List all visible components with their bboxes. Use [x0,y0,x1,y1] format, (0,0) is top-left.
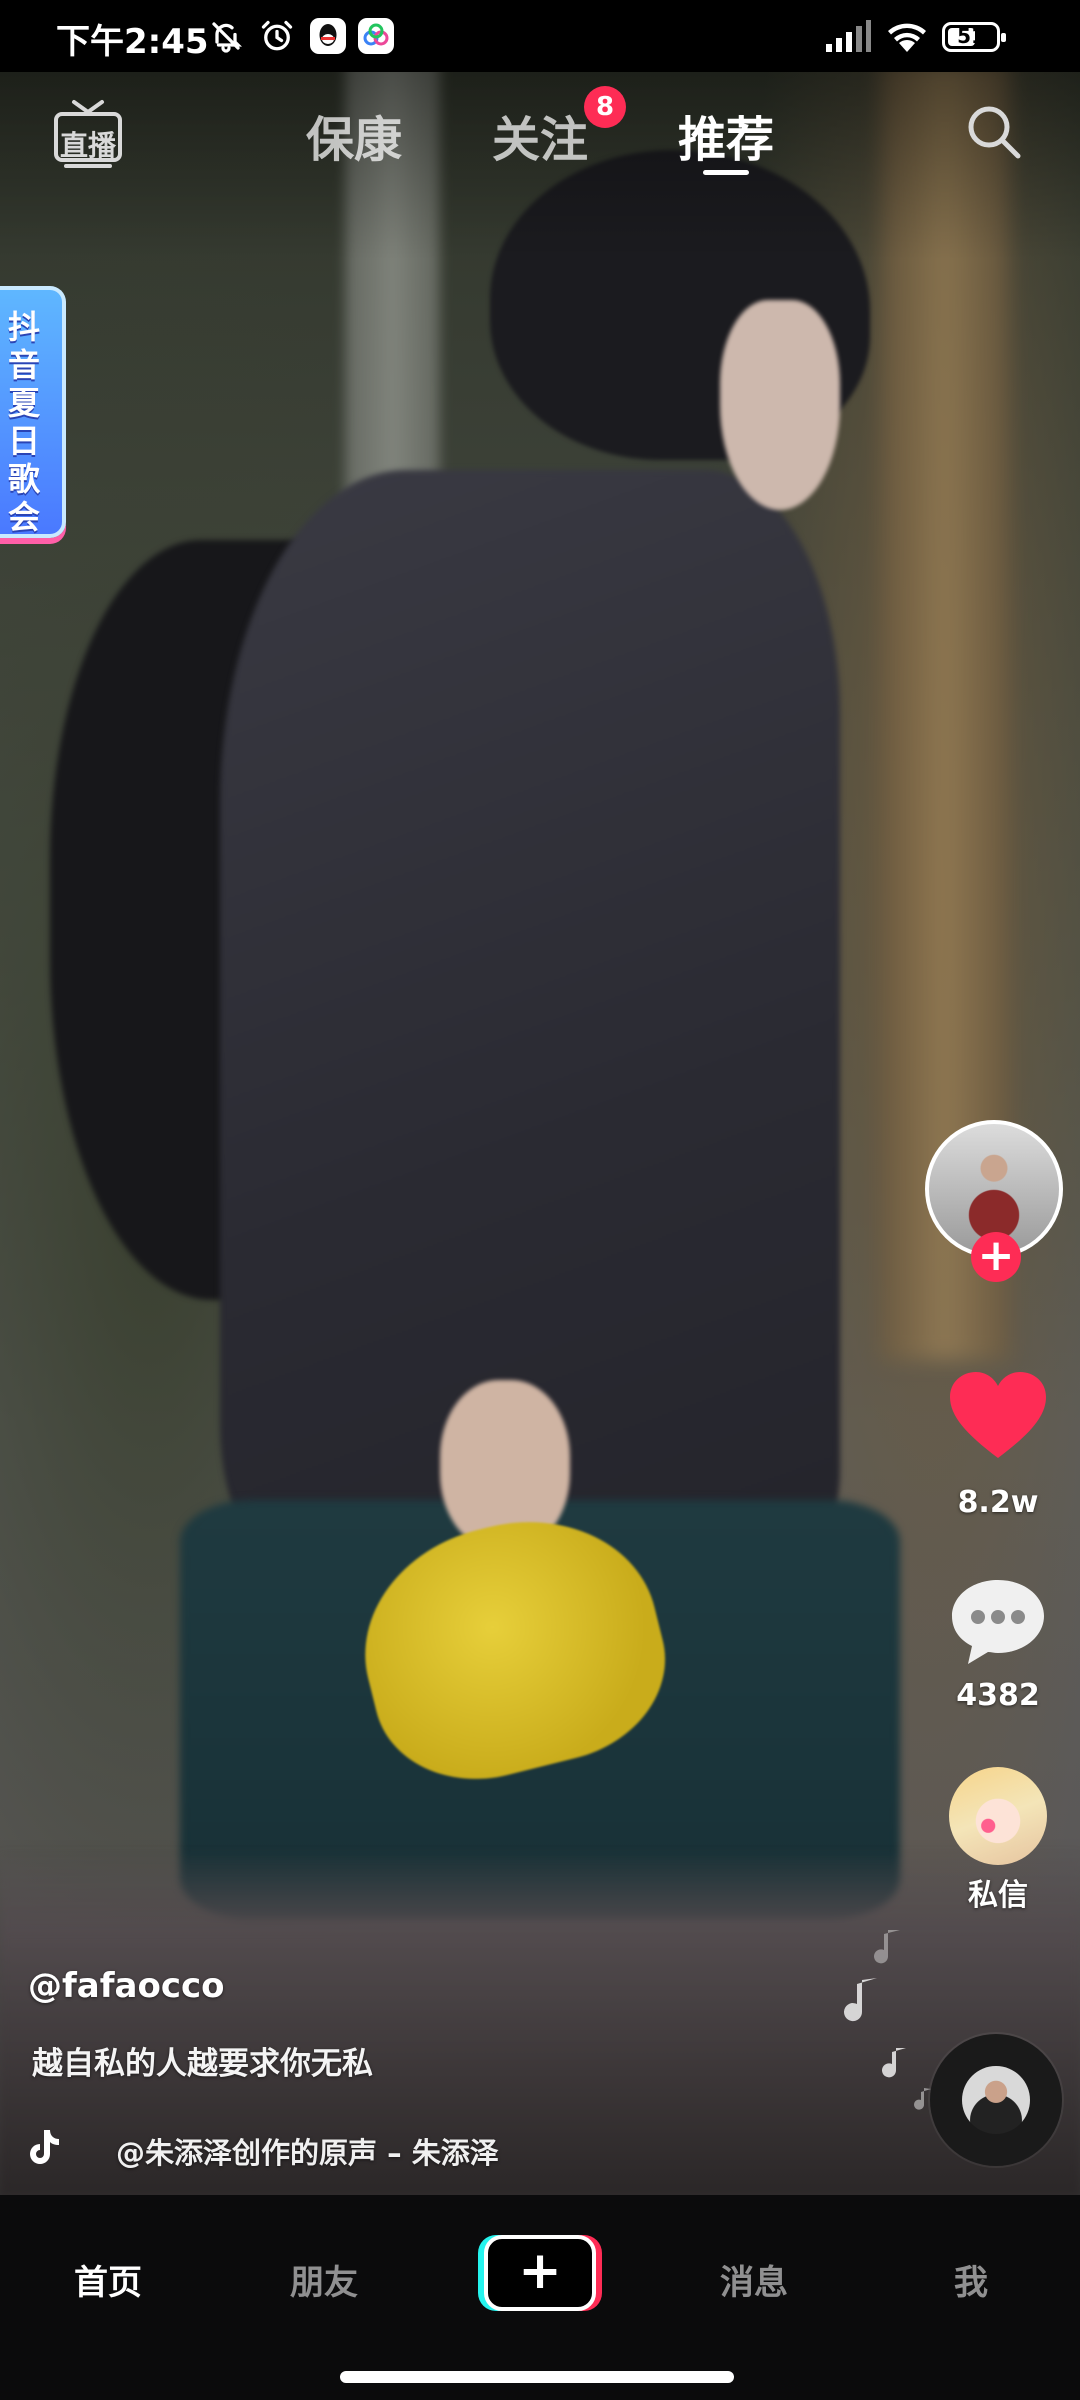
status-time: 下午2:45 [56,22,209,62]
wifi-icon [884,18,930,54]
comment-count: 4382 [956,1678,1040,1713]
live-label: 直播 [60,129,117,162]
following-badge: 8 [584,86,626,128]
event-banner[interactable]: 抖音夏日歌会 [0,286,66,538]
create-button[interactable]: + [478,2235,602,2311]
tab-local[interactable]: 保康 [306,100,402,170]
video-frame[interactable] [0,0,1080,2195]
heart-icon[interactable] [948,1370,1048,1462]
active-tab-underline [703,170,749,175]
nav-messages[interactable]: 消息 [720,2255,788,2304]
dm-avatar[interactable] [949,1767,1047,1865]
follow-plus-button[interactable]: + [971,1232,1021,1282]
qq-app-icon [310,18,346,54]
nav-home[interactable]: 首页 [74,2255,142,2304]
like-count: 8.2w [957,1485,1039,1520]
nav-me[interactable]: 我 [954,2255,988,2304]
tab-following[interactable]: 关注 [492,100,588,170]
music-cover [962,2066,1030,2134]
search-icon[interactable] [962,100,1026,164]
alarm-icon [259,18,295,54]
music-note-icon [26,2128,60,2166]
floating-notes-icon [840,1920,940,2120]
nav-friends[interactable]: 朋友 [290,2255,358,2304]
dm-label[interactable]: 私信 [918,1870,1078,1914]
top-nav: 直播 保康 关注 8 推荐 [0,72,1080,192]
home-indicator[interactable] [340,2371,734,2383]
status-bar: 下午2:45 51 [0,0,1080,72]
live-tv-icon[interactable]: 直播 [48,94,128,170]
video-caption[interactable]: 越自私的人越要求你无私 [32,2038,373,2083]
face-shape [720,300,840,510]
create-plus: + [518,2241,562,2301]
music-disc[interactable] [930,2034,1062,2166]
tab-recommended[interactable]: 推荐 [678,100,774,170]
battery-level: 51 [957,24,985,48]
cloud-app-icon [358,18,394,54]
mute-bell-icon [208,18,244,54]
signal-icon [824,18,872,54]
battery-indicator: 51 [942,22,1006,52]
event-banner-text: 抖音夏日歌会 [7,308,40,536]
music-title[interactable]: @朱添泽创作的原声 – 朱添泽 [116,2130,499,2172]
author-username[interactable]: @fafaocco [28,1966,225,2006]
bottom-nav: 首页 朋友 + 消息 我 [0,2195,1080,2400]
comment-icon[interactable] [946,1574,1050,1670]
